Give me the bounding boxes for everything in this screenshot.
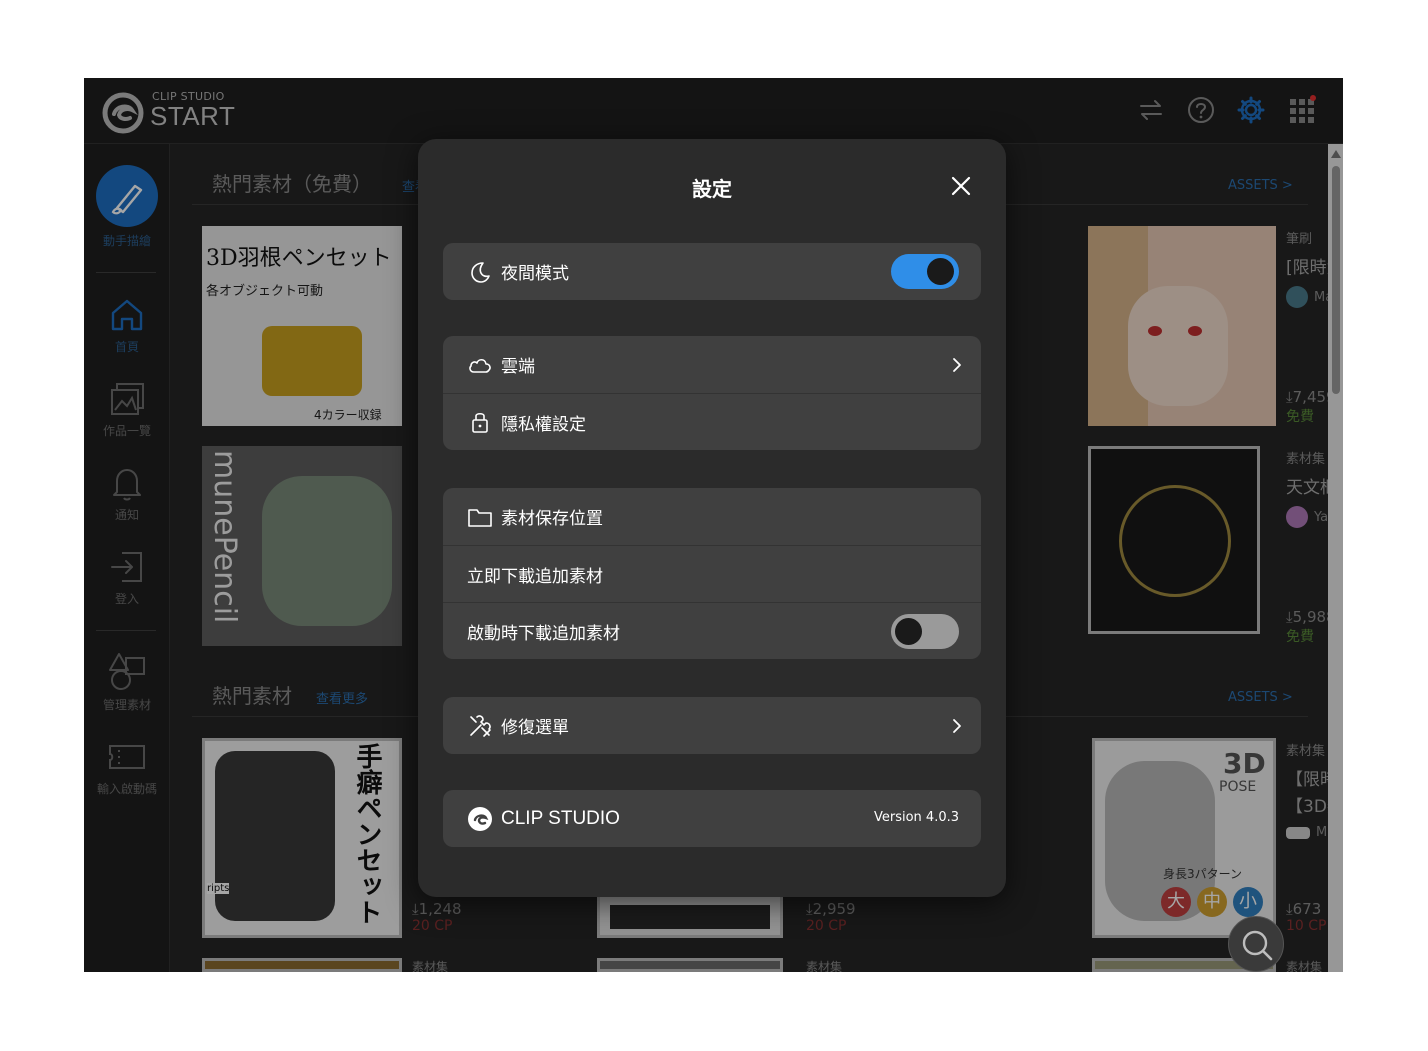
moon-icon: [467, 259, 493, 285]
download-now-label: 立即下載追加素材: [467, 566, 603, 587]
settings-group-materials: 素材保存位置 立即下載追加素材 啟動時下載追加素材: [443, 488, 981, 659]
download-on-start-label: 啟動時下載追加素材: [467, 623, 620, 644]
toggle-knob: [895, 618, 922, 645]
settings-group-appearance: 夜間模式: [443, 243, 981, 300]
night-mode-label: 夜間模式: [501, 264, 569, 284]
lock-icon: [467, 409, 493, 435]
night-mode-row[interactable]: 夜間模式: [443, 243, 981, 300]
tools-icon: [467, 713, 493, 739]
material-location-row[interactable]: 素材保存位置: [443, 488, 981, 545]
repair-menu-row[interactable]: 修復選單: [443, 697, 981, 754]
dialog-title: 設定: [692, 177, 732, 201]
settings-group-about: CLIP STUDIO Version 4.0.3: [443, 790, 981, 847]
search-button[interactable]: [1228, 916, 1284, 972]
night-mode-toggle[interactable]: [891, 254, 959, 289]
about-label: CLIP STUDIO: [501, 807, 620, 829]
privacy-label: 隱私權設定: [501, 414, 586, 435]
settings-group-account: 雲端 隱私權設定: [443, 336, 981, 450]
download-on-start-row[interactable]: 啟動時下載追加素材: [443, 602, 981, 659]
version-text: Version 4.0.3: [873, 810, 959, 825]
settings-group-repair: 修復選單: [443, 697, 981, 754]
about-row[interactable]: CLIP STUDIO Version 4.0.3: [443, 790, 981, 847]
cloud-row[interactable]: 雲端: [443, 336, 981, 393]
close-icon[interactable]: [948, 173, 974, 199]
settings-dialog: 設定 夜間模式 雲端 隱私權設定 素材保存位置 立即下載追加素材 啟動時下載追加…: [418, 139, 1006, 897]
folder-icon: [467, 504, 493, 530]
cloud-label: 雲端: [501, 357, 535, 377]
privacy-row[interactable]: 隱私權設定: [443, 393, 981, 450]
repair-menu-label: 修復選單: [501, 718, 569, 738]
chevron-right-icon: [953, 719, 961, 733]
toggle-knob: [927, 258, 954, 285]
search-icon: [1242, 930, 1273, 961]
chevron-right-icon: [953, 358, 961, 372]
clip-studio-logo-icon: [467, 806, 493, 832]
material-location-label: 素材保存位置: [501, 509, 603, 529]
cloud-icon: [467, 352, 493, 378]
download-on-start-toggle[interactable]: [891, 614, 959, 649]
download-now-row[interactable]: 立即下載追加素材: [443, 545, 981, 602]
